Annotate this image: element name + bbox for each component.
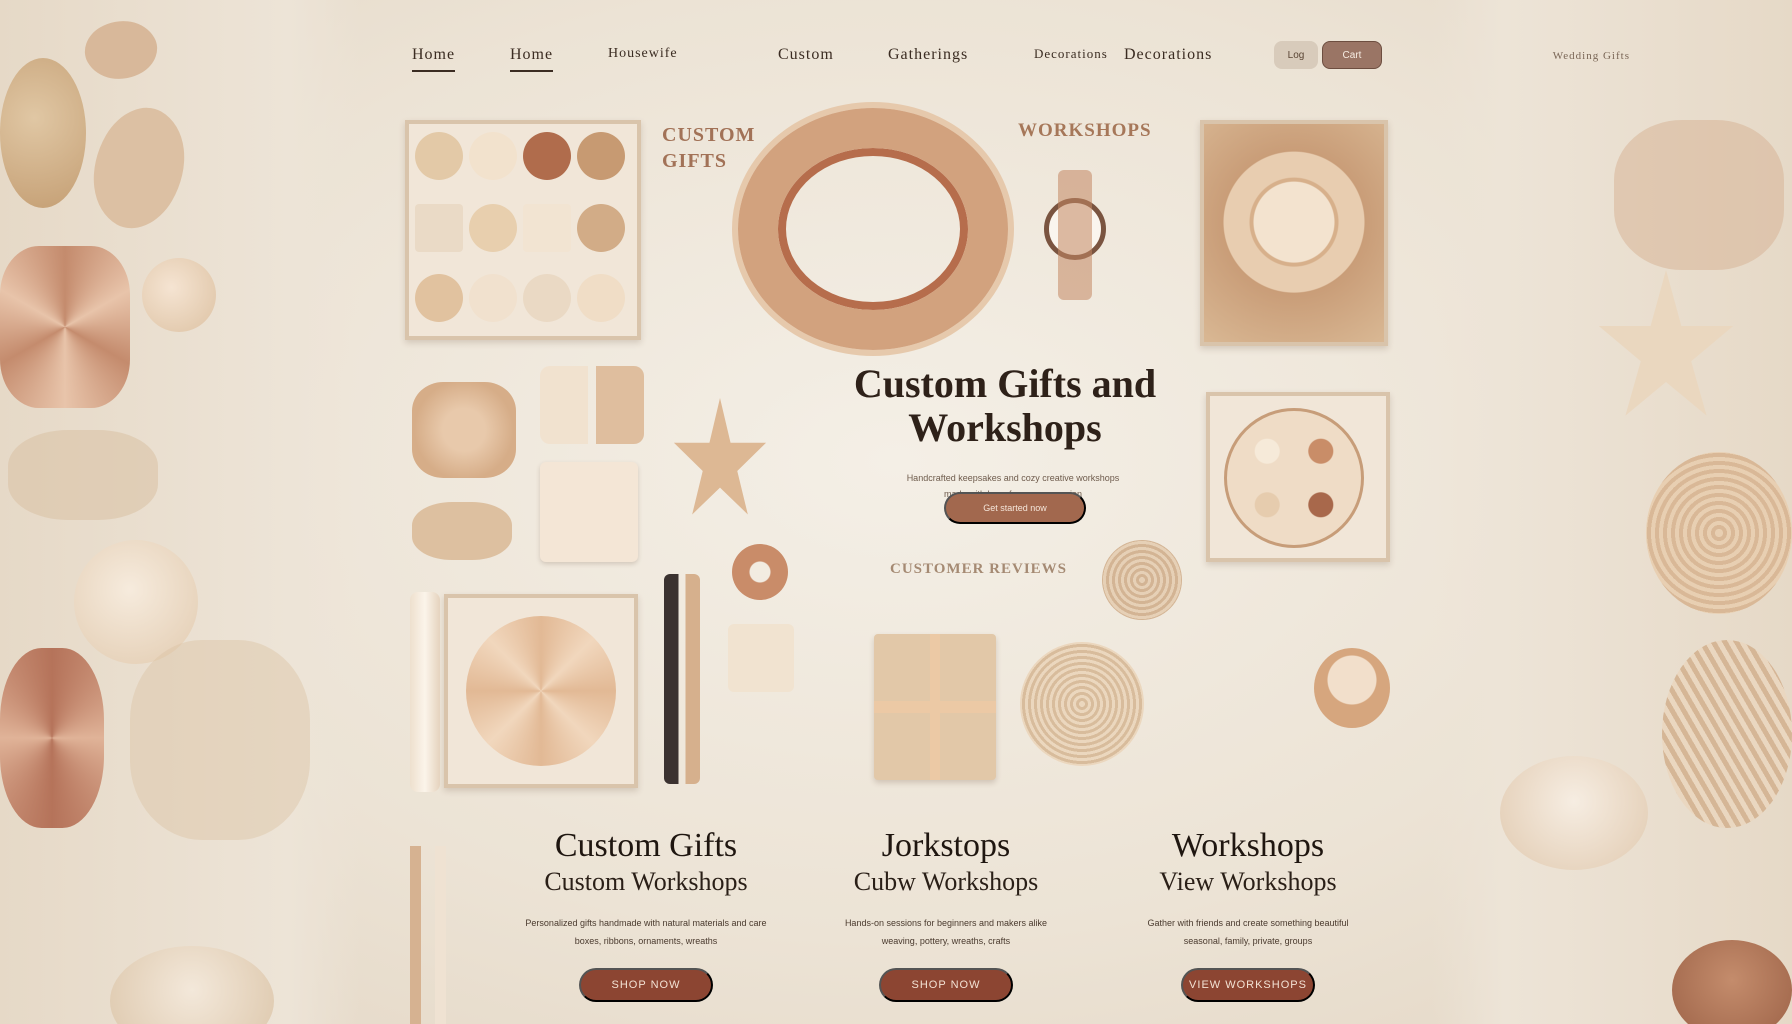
wreath-image <box>738 108 1008 350</box>
card-workshops: Jorkstops Cubw Workshops Hands-on sessio… <box>806 826 1086 1002</box>
hero-text-line: Handcrafted keepsakes and cozy creative … <box>906 473 1120 483</box>
right-decor-panel <box>1432 0 1792 1024</box>
get-started-button[interactable]: Get started now <box>944 492 1086 524</box>
paintbrush-image <box>410 846 446 1024</box>
watch-strap-image <box>1058 170 1092 300</box>
nav-gatherings[interactable]: Gatherings <box>888 46 968 64</box>
shop-now-button[interactable]: SHOP NOW <box>879 968 1013 1002</box>
card-custom-gifts: Custom Gifts Custom Workshops Personaliz… <box>506 826 786 1002</box>
card-subtitle: Cubw Workshops <box>853 867 1039 896</box>
star-ornament-icon <box>673 398 767 515</box>
nav-housewife[interactable]: Housewife <box>608 46 678 62</box>
nav-home-alt[interactable]: Home <box>510 46 554 72</box>
dome-ornament-decor <box>1500 756 1648 870</box>
card-description: Gather with friends and create something… <box>1108 914 1388 950</box>
dried-flower-decor <box>8 430 158 520</box>
paper-fan-frame-image <box>444 594 638 788</box>
nav-decorations[interactable]: Decorations <box>1124 46 1212 64</box>
jars-image <box>540 366 644 444</box>
card-text-line: Gather with friends and create something… <box>1147 918 1349 928</box>
leaf-decor <box>70 93 208 243</box>
customer-reviews-label: CUSTOMER REVIEWS <box>890 561 1068 577</box>
card-text-line: seasonal, family, private, groups <box>1183 936 1313 946</box>
wooden-bowl-image <box>1314 648 1390 728</box>
card-text-line: Hands-on sessions for beginners and make… <box>844 918 1048 928</box>
ribbon-gift-image <box>540 462 638 562</box>
card-description: Hands-on sessions for beginners and make… <box>806 914 1086 950</box>
view-workshops-button[interactable]: VIEW WORKSHOPS <box>1181 968 1315 1002</box>
star-ornament-icon <box>1598 270 1734 416</box>
fabric-swatch-image <box>728 624 794 692</box>
hero-title: Custom Gifts and Workshops <box>853 361 1157 450</box>
card-title: Workshops <box>1171 827 1325 864</box>
card-text-line: Personalized gifts handmade with natural… <box>525 918 767 928</box>
card-title: Jorkstops <box>881 827 1011 864</box>
paper-roll-image <box>410 592 440 792</box>
yarn-ball-decor <box>1662 640 1792 828</box>
paper-fan-decor <box>0 246 130 408</box>
page: Home Home Housewife Custom Gatherings De… <box>0 0 1792 1024</box>
card-description: Personalized gifts handmade with natural… <box>506 914 786 950</box>
card-text-line: weaving, pottery, wreaths, crafts <box>881 936 1011 946</box>
framed-art-image <box>1200 120 1388 346</box>
card-text-line: boxes, ribbons, ornaments, wreaths <box>574 936 718 946</box>
nav-right-link[interactable]: Wedding Gifts <box>1553 50 1630 62</box>
yarn-ball-image <box>1102 540 1182 620</box>
yarn-ball-decor <box>1646 452 1792 614</box>
login-button[interactable]: Log <box>1274 41 1318 69</box>
rope-image <box>412 502 512 560</box>
ornament-tray-image <box>1206 392 1390 562</box>
dome-ornament-decor <box>110 946 274 1024</box>
card-subtitle: View Workshops <box>1159 867 1337 896</box>
scissors-image <box>664 574 700 784</box>
workshops-label: WORKSHOPS <box>1018 120 1152 141</box>
cart-button[interactable]: Cart <box>1322 41 1382 69</box>
leaf-decor <box>75 6 167 94</box>
paper-fan-decor <box>0 648 104 828</box>
card-title: Custom Gifts <box>554 827 738 864</box>
card-subtitle: Custom Workshops <box>544 867 748 896</box>
wrapped-gift-image <box>874 634 996 780</box>
top-nav: Home Home Housewife Custom Gatherings De… <box>400 38 1400 74</box>
branch-decor <box>130 640 310 840</box>
dried-branch-decor <box>1614 120 1784 270</box>
left-decor-panel <box>0 0 360 1024</box>
nav-home[interactable]: Home <box>412 46 456 72</box>
twine-spool-image <box>1020 642 1144 766</box>
ornament-box-image <box>405 120 641 340</box>
card-view-workshops: Workshops View Workshops Gather with fri… <box>1108 826 1388 1002</box>
nav-decorations-small[interactable]: Decorations <box>1034 46 1108 62</box>
beads-image <box>412 382 516 478</box>
nav-custom[interactable]: Custom <box>778 46 834 64</box>
orange-decor <box>142 258 216 332</box>
bowl-decor <box>1672 940 1792 1024</box>
donut-ornament-image <box>732 544 788 600</box>
woven-ball-decor <box>0 58 86 208</box>
custom-gifts-label: CUSTOM GIFTS <box>662 124 756 172</box>
shop-now-button[interactable]: SHOP NOW <box>579 968 713 1002</box>
